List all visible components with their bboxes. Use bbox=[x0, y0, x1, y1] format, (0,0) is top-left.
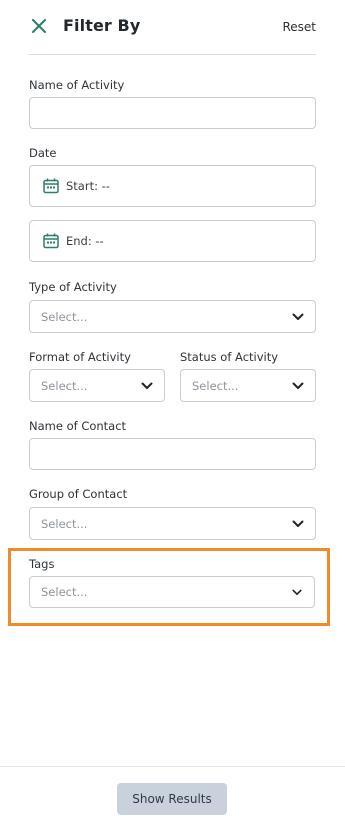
tags-select[interactable]: Select... bbox=[29, 576, 315, 608]
show-results-button[interactable]: Show Results bbox=[117, 783, 227, 815]
status-of-activity-select[interactable]: Select... bbox=[180, 369, 316, 402]
filter-footer: Show Results bbox=[0, 766, 345, 821]
calendar-icon bbox=[42, 177, 60, 195]
status-of-activity-label: Status of Activity bbox=[180, 350, 279, 364]
tags-placeholder: Select... bbox=[41, 585, 88, 599]
type-of-activity-placeholder: Select... bbox=[41, 309, 88, 324]
status-of-activity-placeholder: Select... bbox=[192, 378, 239, 393]
end-date-text: End: -- bbox=[66, 234, 104, 248]
format-of-activity-label: Format of Activity bbox=[29, 350, 131, 364]
page-title: Filter By bbox=[63, 16, 141, 35]
chevron-down-icon bbox=[292, 380, 304, 392]
chevron-down-icon bbox=[292, 311, 304, 323]
chevron-down-icon bbox=[141, 380, 153, 392]
start-date-field[interactable]: Start: -- bbox=[29, 165, 316, 207]
name-of-contact-input[interactable] bbox=[29, 438, 316, 470]
name-of-contact-label: Name of Contact bbox=[29, 419, 127, 433]
calendar-icon bbox=[42, 232, 60, 250]
chevron-down-icon bbox=[291, 586, 303, 598]
filter-header: Filter By Reset bbox=[29, 0, 316, 55]
date-label: Date bbox=[29, 146, 57, 160]
format-of-activity-placeholder: Select... bbox=[41, 378, 88, 393]
group-of-contact-select[interactable]: Select... bbox=[29, 507, 316, 540]
reset-button[interactable]: Reset bbox=[282, 20, 316, 34]
name-of-activity-label: Name of Activity bbox=[29, 78, 125, 92]
start-date-text: Start: -- bbox=[66, 179, 110, 193]
group-of-contact-label: Group of Contact bbox=[29, 487, 128, 501]
tags-label: Tags bbox=[29, 557, 55, 571]
type-of-activity-label: Type of Activity bbox=[29, 280, 117, 294]
name-of-activity-input[interactable] bbox=[29, 97, 316, 129]
chevron-down-icon bbox=[292, 518, 304, 530]
type-of-activity-select[interactable]: Select... bbox=[29, 300, 316, 333]
format-of-activity-select[interactable]: Select... bbox=[29, 369, 165, 402]
group-of-contact-placeholder: Select... bbox=[41, 516, 88, 531]
close-icon bbox=[32, 19, 46, 33]
close-button[interactable] bbox=[29, 14, 49, 38]
end-date-field[interactable]: End: -- bbox=[29, 220, 316, 262]
